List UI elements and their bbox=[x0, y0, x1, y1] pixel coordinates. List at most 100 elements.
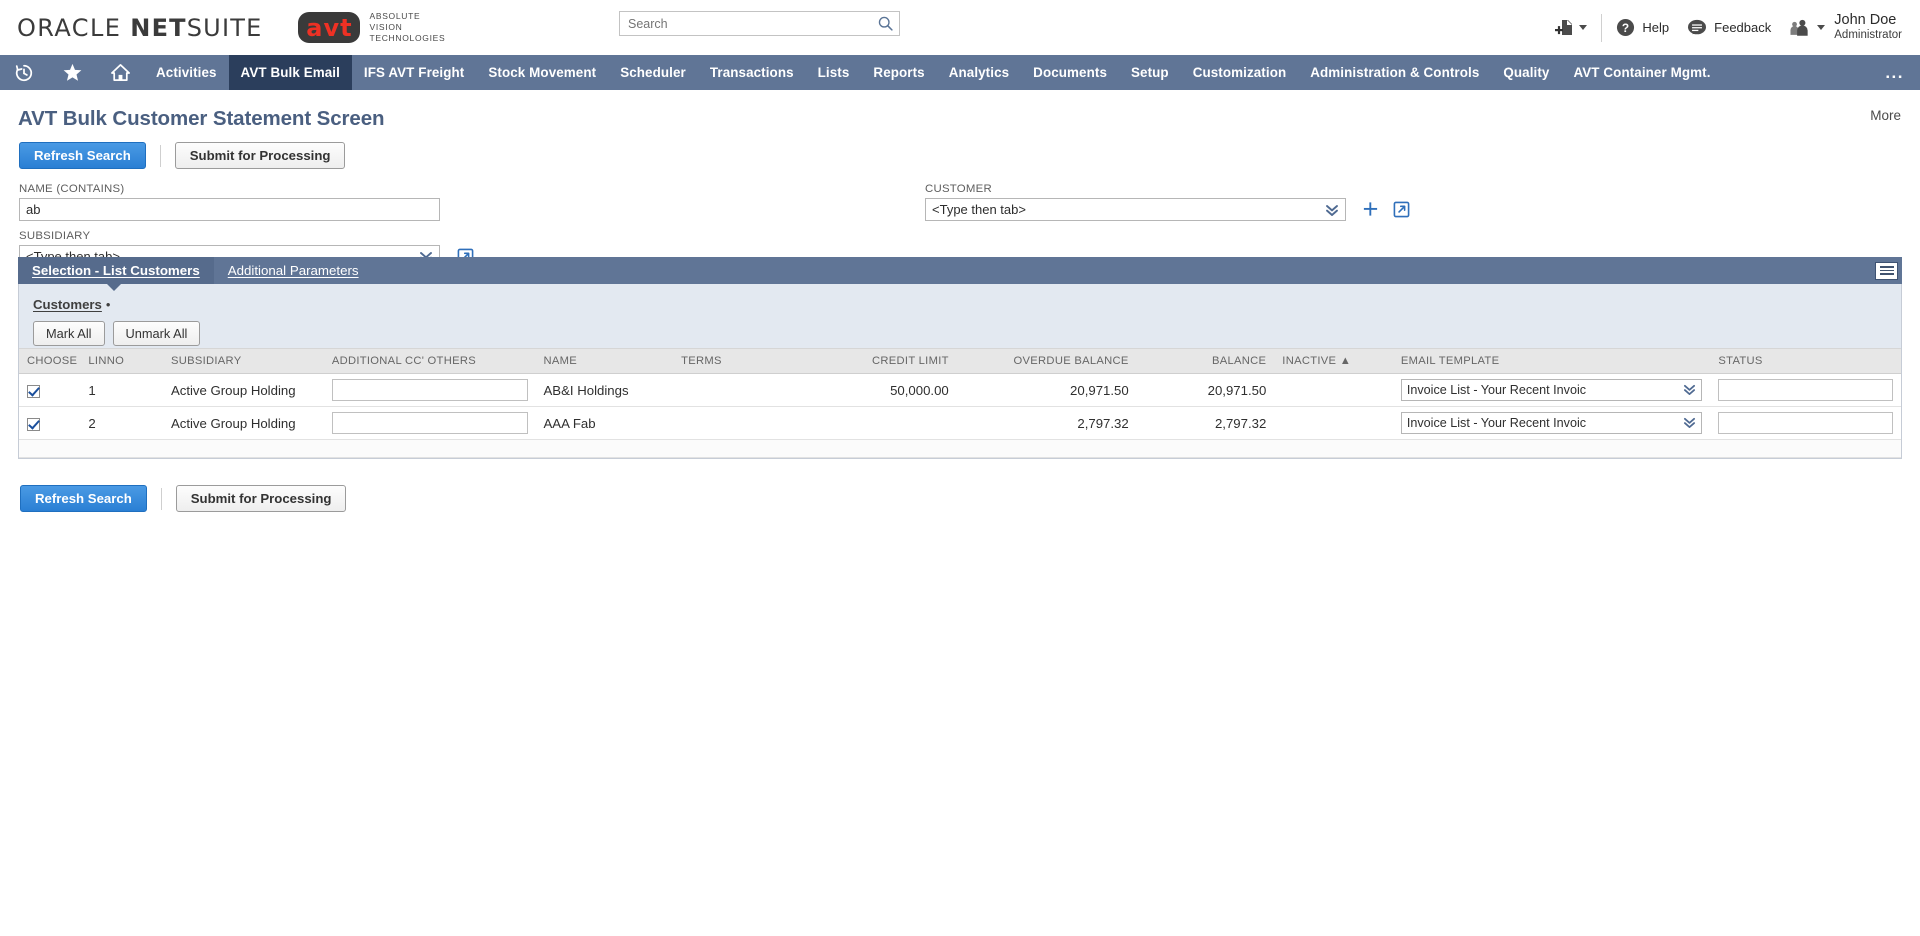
cell-credit-limit: 50,000.00 bbox=[819, 374, 957, 407]
customers-panel: Customers • Mark All Unmark All CHOOSELIN… bbox=[18, 284, 1902, 459]
more-link[interactable]: More bbox=[1870, 108, 1901, 123]
row-checkbox[interactable] bbox=[27, 385, 40, 398]
row-checkbox[interactable] bbox=[27, 418, 40, 431]
table-row[interactable]: 1Active Group HoldingAB&I Holdings50,000… bbox=[19, 374, 1901, 407]
tab-additional-parameters[interactable]: Additional Parameters bbox=[214, 257, 373, 284]
submit-for-processing-button[interactable]: Submit for Processing bbox=[175, 142, 346, 169]
grid-options-button[interactable] bbox=[1875, 262, 1898, 280]
nav-item-avt-container-mgmt[interactable]: AVT Container Mgmt. bbox=[1561, 55, 1722, 90]
nav-item-analytics[interactable]: Analytics bbox=[937, 55, 1021, 90]
favorites-button[interactable] bbox=[48, 55, 96, 90]
nav-item-scheduler[interactable]: Scheduler bbox=[608, 55, 698, 90]
submit-for-processing-button-bottom[interactable]: Submit for Processing bbox=[176, 485, 347, 512]
oracle-netsuite-logo[interactable]: ORACLE NETSUITE bbox=[17, 14, 262, 42]
column-header-cc[interactable]: ADDITIONAL CC' OTHERS bbox=[324, 349, 536, 374]
top-button-row: Refresh Search Submit for Processing bbox=[0, 131, 1920, 169]
chevron-down-icon bbox=[1579, 25, 1587, 30]
nav-item-customization[interactable]: Customization bbox=[1181, 55, 1299, 90]
tab-label: Additional Parameters bbox=[228, 263, 359, 278]
user-menu[interactable]: John Doe Administrator bbox=[1780, 0, 1911, 55]
column-header-overdue-balance[interactable]: OVERDUE BALANCE bbox=[957, 349, 1137, 374]
column-header-subsidiary[interactable]: SUBSIDIARY bbox=[163, 349, 324, 374]
avt-logo: avt ABSOLUTE VISION TECHNOLOGIES bbox=[298, 11, 445, 44]
nav-item-setup[interactable]: Setup bbox=[1119, 55, 1181, 90]
column-header-name[interactable]: NAME bbox=[536, 349, 674, 374]
menu-line bbox=[1880, 266, 1894, 268]
cell-cc[interactable] bbox=[324, 407, 536, 440]
status-input[interactable] bbox=[1718, 379, 1893, 401]
nav-item-stock-movement[interactable]: Stock Movement bbox=[476, 55, 608, 90]
netsuite-wordmark: NETSUITE bbox=[130, 14, 262, 42]
unmark-all-button[interactable]: Unmark All bbox=[113, 321, 201, 346]
cell-choose[interactable] bbox=[19, 374, 80, 407]
recent-records-button[interactable] bbox=[0, 55, 48, 90]
menu-line bbox=[1880, 273, 1894, 275]
column-header-choose[interactable]: CHOOSE bbox=[19, 349, 80, 374]
external-link-icon bbox=[1393, 201, 1410, 218]
column-header-inactive[interactable]: INACTIVE ▲ bbox=[1274, 349, 1393, 374]
nav-item-ifs-avt-freight[interactable]: IFS AVT Freight bbox=[352, 55, 476, 90]
nav-item-activities[interactable]: Activities bbox=[144, 55, 229, 90]
column-header-balance[interactable]: BALANCE bbox=[1137, 349, 1275, 374]
cell-status[interactable] bbox=[1710, 374, 1901, 407]
customer-popout-button[interactable] bbox=[1393, 201, 1410, 223]
panel-title[interactable]: Customers bbox=[33, 297, 102, 312]
recent-records-icon bbox=[14, 63, 34, 83]
refresh-search-button-bottom[interactable]: Refresh Search bbox=[20, 485, 147, 512]
column-header-terms[interactable]: TERMS bbox=[673, 349, 819, 374]
additional-cc-input[interactable] bbox=[332, 412, 528, 434]
help-label: Help bbox=[1642, 20, 1669, 35]
name-contains-input[interactable] bbox=[19, 198, 440, 221]
menu-line bbox=[1880, 270, 1894, 272]
nav-item-administration-controls[interactable]: Administration & Controls bbox=[1298, 55, 1491, 90]
tab-strip: Selection - List Customers Additional Par… bbox=[18, 257, 1902, 284]
subsidiary-label: SUBSIDIARY bbox=[19, 230, 1920, 242]
column-header-email-template[interactable]: EMAIL TEMPLATE bbox=[1393, 349, 1711, 374]
nav-item-quality[interactable]: Quality bbox=[1491, 55, 1561, 90]
tab-selection-list-customers[interactable]: Selection - List Customers bbox=[18, 257, 214, 284]
active-tab-pointer bbox=[106, 283, 122, 291]
cell-cc[interactable] bbox=[324, 374, 536, 407]
nav-overflow-button[interactable]: ... bbox=[1875, 55, 1920, 90]
table-header: CHOOSELINNOSUBSIDIARYADDITIONAL CC' OTHE… bbox=[19, 349, 1901, 374]
page-content: AVT Bulk Customer Statement Screen More … bbox=[0, 90, 1920, 512]
nav-item-lists[interactable]: Lists bbox=[806, 55, 862, 90]
refresh-search-button[interactable]: Refresh Search bbox=[19, 142, 146, 169]
nav-item-transactions[interactable]: Transactions bbox=[698, 55, 806, 90]
table-row[interactable]: 2Active Group HoldingAAA Fab2,797.322,79… bbox=[19, 407, 1901, 440]
nav-item-avt-bulk-email[interactable]: AVT Bulk Email bbox=[229, 55, 352, 90]
search-input[interactable] bbox=[619, 11, 900, 36]
cell-linno: 1 bbox=[80, 374, 163, 407]
status-input[interactable] bbox=[1718, 412, 1893, 434]
column-header-linno[interactable]: LINNO bbox=[80, 349, 163, 374]
cell-choose[interactable] bbox=[19, 407, 80, 440]
cell-email-template[interactable]: Invoice List - Your Recent Invoic bbox=[1393, 407, 1711, 440]
global-search[interactable] bbox=[619, 11, 900, 36]
cell-balance: 20,971.50 bbox=[1137, 374, 1275, 407]
cell-status[interactable] bbox=[1710, 407, 1901, 440]
home-button[interactable] bbox=[96, 55, 144, 90]
column-header-credit-limit[interactable]: CREDIT LIMIT bbox=[819, 349, 957, 374]
customer-add-button[interactable] bbox=[1362, 200, 1379, 223]
panel-required-dot: • bbox=[106, 297, 111, 312]
nav-item-reports[interactable]: Reports bbox=[861, 55, 936, 90]
cell-name: AB&I Holdings bbox=[536, 374, 674, 407]
email-template-select[interactable]: Invoice List - Your Recent Invoic bbox=[1401, 412, 1703, 434]
nav-item-documents[interactable]: Documents bbox=[1021, 55, 1119, 90]
feedback-button[interactable]: Feedback bbox=[1678, 0, 1780, 55]
cell-email-template[interactable]: Invoice List - Your Recent Invoic bbox=[1393, 374, 1711, 407]
divider bbox=[1601, 14, 1602, 42]
help-button[interactable]: ? Help bbox=[1607, 0, 1678, 55]
column-header-status[interactable]: STATUS bbox=[1710, 349, 1901, 374]
help-icon: ? bbox=[1616, 18, 1635, 37]
customer-input[interactable] bbox=[925, 198, 1346, 221]
quick-add-icon bbox=[1555, 18, 1575, 37]
customer-dropdown[interactable] bbox=[925, 198, 1346, 221]
bottom-button-row: Refresh Search Submit for Processing bbox=[0, 459, 1920, 512]
cell-overdue-balance: 20,971.50 bbox=[957, 374, 1137, 407]
email-template-select[interactable]: Invoice List - Your Recent Invoic bbox=[1401, 379, 1703, 401]
additional-cc-input[interactable] bbox=[332, 379, 528, 401]
quick-add-menu[interactable] bbox=[1546, 0, 1596, 55]
mark-buttons: Mark All Unmark All bbox=[33, 321, 1901, 346]
mark-all-button[interactable]: Mark All bbox=[33, 321, 105, 346]
